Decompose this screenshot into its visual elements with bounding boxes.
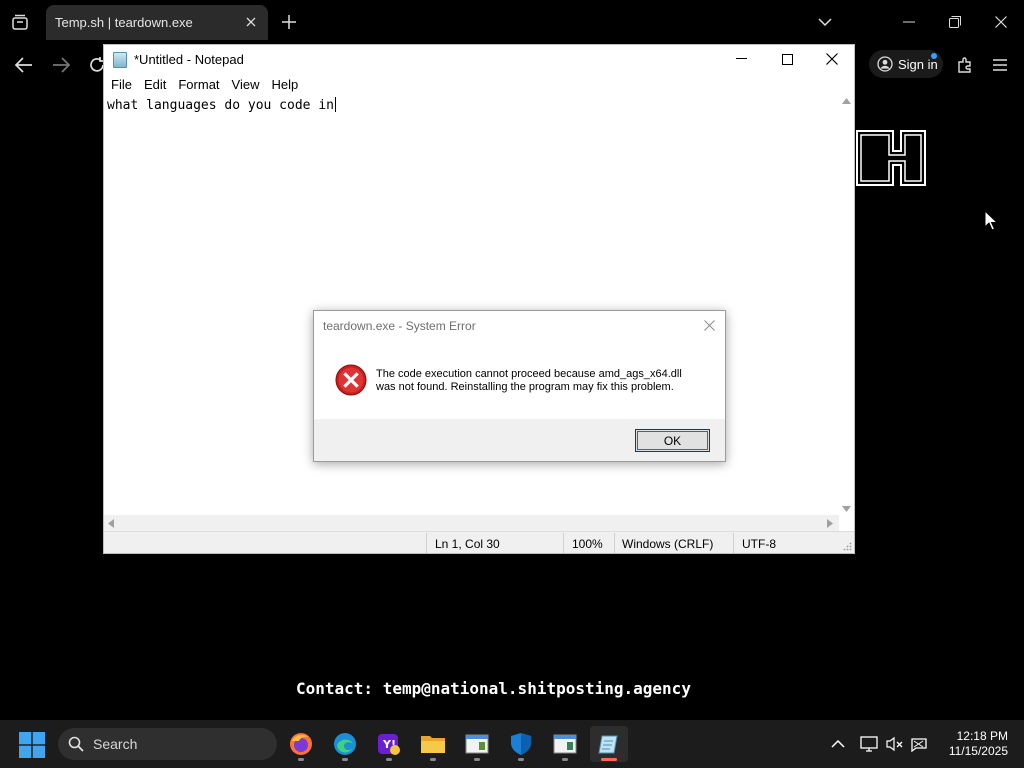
notifications-icon[interactable] [909,733,929,755]
forward-icon[interactable] [48,52,74,78]
notepad-status-bar: Ln 1, Col 30 100% Windows (CRLF) UTF-8 [104,531,854,553]
windows-start-icon[interactable] [19,732,45,758]
close-icon[interactable] [809,45,855,73]
windows-security-icon [511,733,531,755]
clock-date: 11/15/2025 [948,744,1008,758]
status-divider [563,533,564,553]
search-label: Search [93,736,138,752]
taskbar-app-file-explorer[interactable] [414,726,452,762]
minimize-icon[interactable] [718,45,764,73]
firefox-icon [290,733,312,755]
text-caret [334,97,336,112]
taskbar-clock[interactable]: 12:18 PM 11/15/2025 [938,729,1008,759]
taskbar-app-notepad[interactable] [590,726,628,762]
running-indicator [342,758,348,761]
taskbar-app[interactable] [458,726,496,762]
active-indicator [601,758,617,761]
new-tab-icon[interactable] [278,11,300,33]
notepad-title: *Untitled - Notepad [134,52,244,67]
taskbar-app-firefox[interactable] [282,726,320,762]
notepad-icon [113,52,127,68]
menu-file[interactable]: File [110,75,137,95]
notepad-icon [598,735,618,754]
running-indicator [518,758,524,761]
scroll-right-icon[interactable] [827,519,833,528]
edge-icon [334,733,356,755]
site-logo-icon [856,130,926,186]
contact-text: Contact: temp@national.shitposting.agenc… [296,679,691,698]
taskbar-app-windows-security[interactable] [502,726,540,762]
extensions-icon[interactable] [952,52,978,78]
status-line-ending: Windows (CRLF) [622,537,714,551]
file-explorer-icon [421,736,445,753]
notepad-content: what languages do you code in [107,98,334,113]
running-indicator [386,758,392,761]
maximize-icon[interactable] [764,45,810,73]
dialog-title: teardown.exe - System Error [323,319,476,333]
minimize-icon[interactable] [894,8,924,36]
running-indicator [474,758,480,761]
status-divider [614,533,615,553]
sign-in-label: Sign in [898,56,938,72]
notepad-menubar: File Edit Format View Help [104,75,854,95]
network-icon[interactable] [859,733,879,755]
status-divider [426,533,427,553]
notepad-titlebar[interactable]: *Untitled - Notepad [104,45,854,75]
menu-view[interactable]: View [231,75,265,95]
close-icon[interactable] [701,317,717,333]
dialog-message-line1: The code execution cannot proceed becaus… [376,368,682,380]
back-icon[interactable] [11,52,37,78]
restore-icon[interactable] [940,8,970,36]
running-indicator [298,758,304,761]
yahoo-icon: Y! [378,734,400,755]
dialog-message-line2: was not found. Reinstalling the program … [376,381,674,393]
notification-dot [931,53,937,59]
search-icon [68,736,84,752]
browser-tab[interactable]: Temp.sh | teardown.exe [46,5,268,40]
error-icon [335,364,367,396]
menu-format[interactable]: Format [177,75,224,95]
taskbar-app-yahoo[interactable]: Y! [370,726,408,762]
scroll-left-icon[interactable] [108,519,114,528]
status-divider [733,533,734,553]
ok-button[interactable]: OK [635,429,710,452]
taskbar-search-box[interactable]: Search [58,728,277,760]
status-position: Ln 1, Col 30 [435,537,500,551]
menu-help[interactable]: Help [270,75,303,95]
scroll-down-icon[interactable] [842,506,851,512]
menu-icon[interactable] [987,52,1013,78]
notepad-text-area[interactable]: what languages do you code in [107,97,336,113]
running-indicator [562,758,568,761]
status-zoom: 100% [572,537,603,551]
tab-title: Temp.sh | teardown.exe [55,15,193,30]
menu-edit[interactable]: Edit [143,75,171,95]
app-icon-2 [553,734,577,754]
tab-actions-icon[interactable] [8,10,32,34]
horizontal-scrollbar[interactable] [104,515,839,531]
vertical-scrollbar[interactable] [839,95,854,515]
running-indicator [430,758,436,761]
scroll-up-icon[interactable] [842,98,851,104]
volume-muted-icon[interactable] [885,733,905,755]
mouse-cursor-icon [984,210,998,231]
notepad-window: *Untitled - Notepad File Edit Format Vie… [103,44,855,554]
dialog-footer: OK [314,419,725,461]
resize-grip-icon[interactable] [843,542,852,551]
show-hidden-icons-icon[interactable] [828,733,848,755]
dialog-message: The code execution cannot proceed becaus… [376,368,711,394]
chevron-down-icon[interactable] [814,11,836,33]
status-encoding: UTF-8 [742,537,776,551]
close-icon[interactable] [986,8,1016,36]
app-icon [465,734,489,754]
taskbar-app-edge[interactable] [326,726,364,762]
system-error-dialog: teardown.exe - System Error The code exe… [313,310,726,462]
taskbar: Search Y! 12:18 PM 11/15/2025 [0,720,1024,768]
clock-time: 12:18 PM [956,729,1008,743]
profile-icon [877,56,893,72]
taskbar-app-2[interactable] [546,726,584,762]
close-tab-icon[interactable] [242,13,260,31]
browser-tab-bar: Temp.sh | teardown.exe [0,0,1024,44]
sign-in-button[interactable]: Sign in [869,50,943,78]
